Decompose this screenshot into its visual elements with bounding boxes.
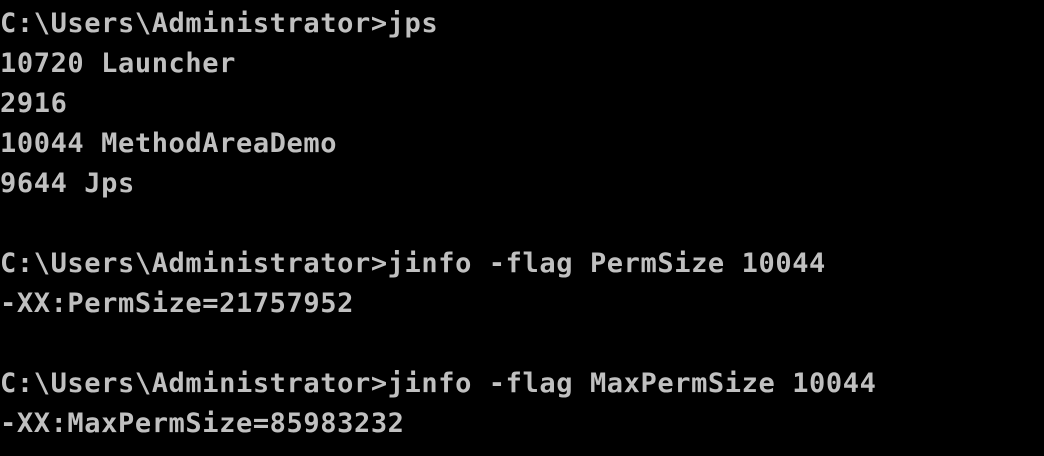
console-output-line: 10044 MethodAreaDemo — [0, 128, 338, 159]
console-prompt-line: C:\Users\Administrator>jps — [0, 8, 439, 39]
console-output-line: -XX:PermSize=21757952 — [0, 288, 354, 319]
console-output-line: 10720 Launcher — [0, 48, 236, 79]
console-output-line: -XX:MaxPermSize=85983232 — [0, 408, 405, 439]
console-output-line: 9644 Jps — [0, 168, 135, 199]
console-prompt-line: C:\Users\Administrator>jinfo -flag MaxPe… — [0, 368, 877, 399]
console-window[interactable]: C:\Users\Administrator>jps 10720 Launche… — [0, 0, 1044, 456]
console-prompt-line: C:\Users\Administrator>jinfo -flag PermS… — [0, 248, 826, 279]
console-output-line: 2916 — [0, 88, 68, 119]
